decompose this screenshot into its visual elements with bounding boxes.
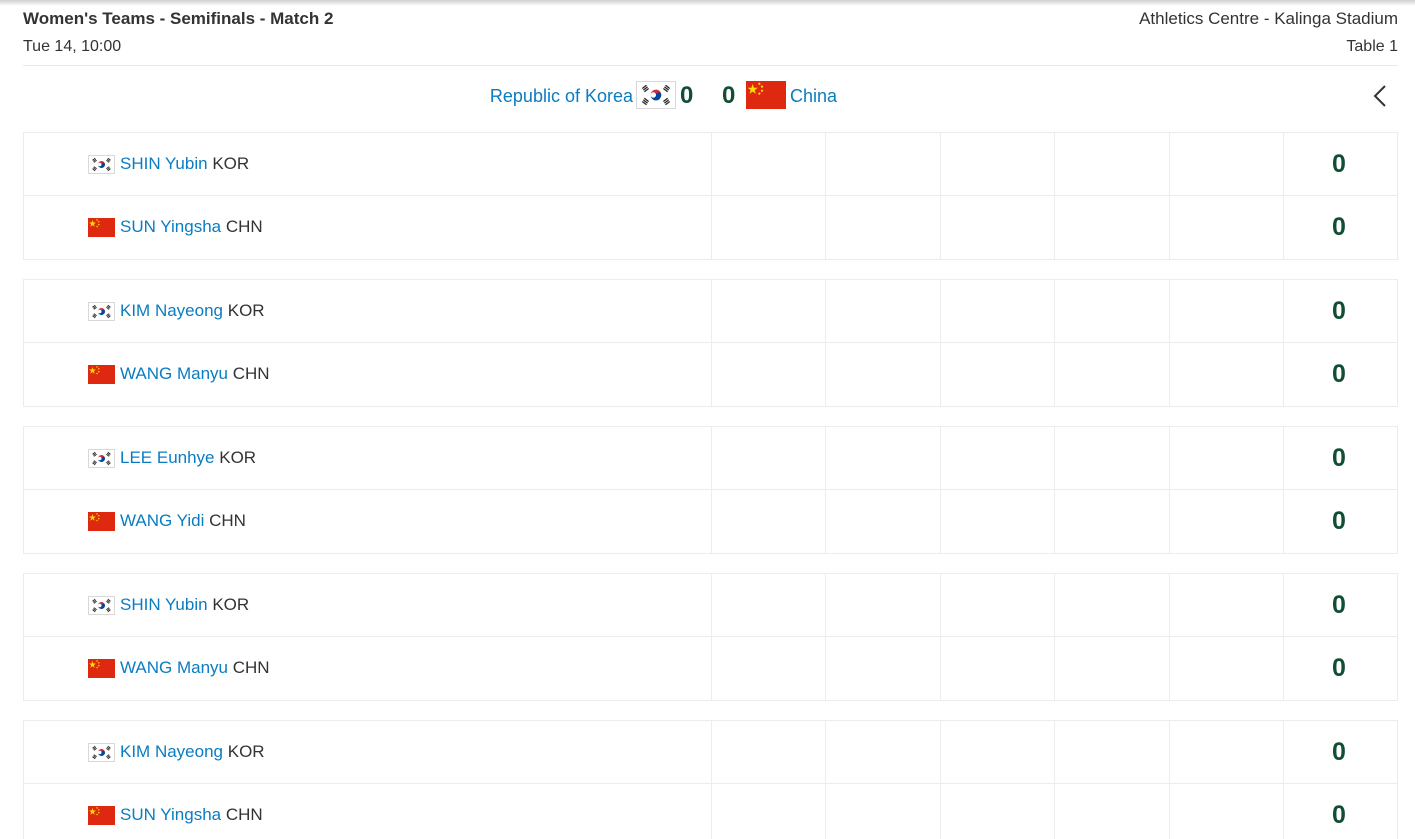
korea-flag-icon xyxy=(88,596,115,615)
korea-flag-icon xyxy=(88,743,115,762)
player-name-link[interactable]: KIM Nayeong xyxy=(120,301,223,320)
china-flag-icon xyxy=(88,218,115,237)
player-name-group: SUN Yingsha CHN xyxy=(120,805,263,825)
country-code: KOR xyxy=(219,448,257,467)
player-row: WANG Yidi CHN 0 xyxy=(24,490,1397,553)
team-b-link[interactable]: China xyxy=(790,86,837,107)
player-row: SUN Yingsha CHN 0 xyxy=(24,784,1397,839)
korea-flag-icon xyxy=(88,302,115,321)
match-block: LEE Eunhye KOR 0 WANG Yidi CHN 0 xyxy=(23,426,1398,554)
team-a-link[interactable]: Republic of Korea xyxy=(490,86,633,107)
china-flag-icon xyxy=(88,806,115,825)
player-score: 0 xyxy=(1332,360,1346,388)
match-block: KIM Nayeong KOR 0 SUN Yingsha CHN 0 xyxy=(23,720,1398,839)
country-code: KOR xyxy=(212,595,250,614)
player-score: 0 xyxy=(1332,444,1346,472)
player-score: 0 xyxy=(1332,297,1346,325)
match-block: SHIN Yubin KOR 0 SUN Yingsha CHN 0 xyxy=(23,132,1398,260)
event-title: Women's Teams - Semifinals - Match 2 xyxy=(23,9,334,28)
venue: Athletics Centre - Kalinga Stadium xyxy=(1139,9,1398,28)
player-name-group: SUN Yingsha CHN xyxy=(120,217,263,237)
team-a-score: 0 xyxy=(680,82,694,109)
match-datetime: Tue 14, 10:00 xyxy=(23,38,122,55)
country-code: KOR xyxy=(227,742,265,761)
china-flag-icon xyxy=(88,659,115,678)
player-row: KIM Nayeong KOR 0 xyxy=(24,280,1397,343)
country-code: CHN xyxy=(232,364,270,383)
player-name-group: KIM Nayeong KOR xyxy=(120,742,265,762)
team-scoreboard: Republic of Korea 0 0 China xyxy=(23,66,1398,132)
player-name-group: WANG Manyu CHN xyxy=(120,658,270,678)
player-score: 0 xyxy=(1332,213,1346,241)
team-b-score: 0 xyxy=(722,82,736,109)
player-row: SHIN Yubin KOR 0 xyxy=(24,133,1397,196)
korea-flag-icon xyxy=(636,81,676,109)
country-code: KOR xyxy=(227,301,265,320)
player-row: LEE Eunhye KOR 0 xyxy=(24,427,1397,490)
player-row: SUN Yingsha CHN 0 xyxy=(24,196,1397,259)
match-block: SHIN Yubin KOR 0 WANG Manyu CHN 0 xyxy=(23,573,1398,701)
china-flag-icon xyxy=(88,512,115,531)
player-row: WANG Manyu CHN 0 xyxy=(24,637,1397,700)
country-code: CHN xyxy=(209,511,246,530)
player-score: 0 xyxy=(1332,654,1346,682)
player-row: SHIN Yubin KOR 0 xyxy=(24,574,1397,637)
player-name-link[interactable]: WANG Yidi xyxy=(120,511,204,530)
player-score: 0 xyxy=(1332,738,1346,766)
player-name-group: SHIN Yubin KOR xyxy=(120,595,249,615)
country-code: KOR xyxy=(212,154,250,173)
country-code: CHN xyxy=(232,658,270,677)
player-name-group: LEE Eunhye KOR xyxy=(120,448,256,468)
player-score: 0 xyxy=(1332,591,1346,619)
korea-flag-icon xyxy=(88,449,115,468)
player-row: WANG Manyu CHN 0 xyxy=(24,343,1397,406)
player-score: 0 xyxy=(1332,801,1346,829)
table-number: Table 1 xyxy=(1346,38,1398,55)
chevron-left-icon[interactable] xyxy=(1369,83,1393,109)
player-name-link[interactable]: WANG Manyu xyxy=(120,364,228,383)
player-score: 0 xyxy=(1332,507,1346,535)
player-name-link[interactable]: SHIN Yubin xyxy=(120,595,208,614)
player-name-group: KIM Nayeong KOR xyxy=(120,301,265,321)
match-header: Women's Teams - Semifinals - Match 2 Ath… xyxy=(23,0,1398,66)
player-name-link[interactable]: SUN Yingsha xyxy=(120,805,221,824)
player-name-link[interactable]: LEE Eunhye xyxy=(120,448,215,467)
country-code: CHN xyxy=(225,217,263,236)
match-block: KIM Nayeong KOR 0 WANG Manyu CHN 0 xyxy=(23,279,1398,407)
player-name-link[interactable]: SHIN Yubin xyxy=(120,154,208,173)
player-row: KIM Nayeong KOR 0 xyxy=(24,721,1397,784)
player-name-link[interactable]: WANG Manyu xyxy=(120,658,228,677)
country-code: CHN xyxy=(225,805,263,824)
player-name-group: SHIN Yubin KOR xyxy=(120,154,249,174)
player-name-group: WANG Manyu CHN xyxy=(120,364,270,384)
china-flag-icon xyxy=(746,81,786,109)
player-name-link[interactable]: KIM Nayeong xyxy=(120,742,223,761)
china-flag-icon xyxy=(88,365,115,384)
player-name-group: WANG Yidi CHN xyxy=(120,511,246,531)
korea-flag-icon xyxy=(88,155,115,174)
player-score: 0 xyxy=(1332,150,1346,178)
player-name-link[interactable]: SUN Yingsha xyxy=(120,217,221,236)
